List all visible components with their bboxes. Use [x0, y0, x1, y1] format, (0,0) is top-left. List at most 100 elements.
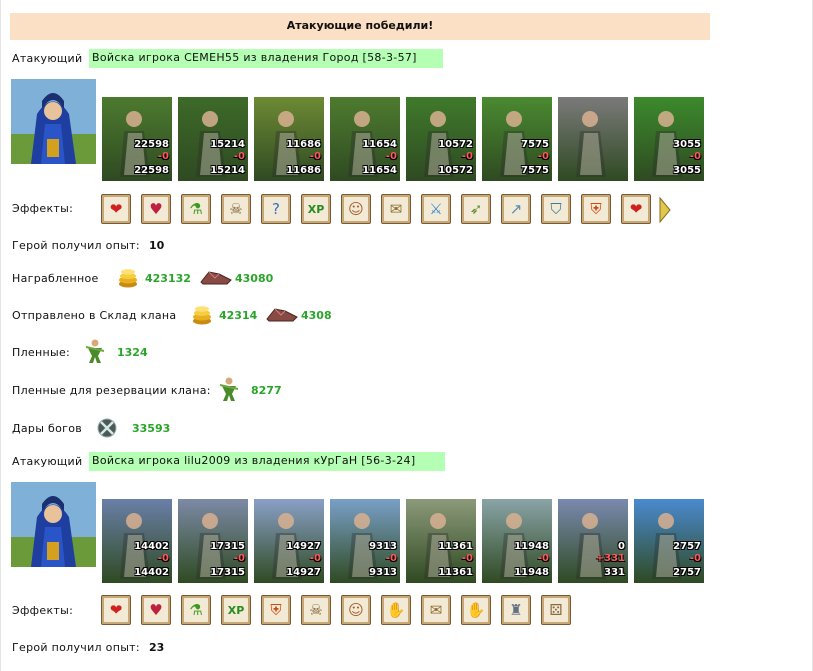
army-unit[interactable]: 11654 -0 11654 [330, 97, 400, 181]
potion-icon[interactable]: ⚗ [181, 194, 211, 224]
heart-icon[interactable]: ❤ [101, 194, 131, 224]
prisoners-clan-value: 8277 [251, 384, 282, 397]
xp-icon[interactable]: XP [301, 194, 331, 224]
lance-icon[interactable]: ↗ [501, 194, 531, 224]
army-unit[interactable]: 14927 -0 14927 [254, 499, 324, 583]
prisoners-clan-label: Пленные для резервации клана: [12, 384, 211, 397]
unit-loss: -0 [689, 553, 701, 564]
unit-remaining: 3055 [673, 165, 701, 176]
xp-icon[interactable]: XP [221, 595, 251, 625]
bow-icon[interactable]: ➶ [461, 194, 491, 224]
unit-loss: -0 [233, 151, 245, 162]
unit-remaining: 331 [604, 567, 625, 578]
scroll-icon-glyph: ✉ [424, 598, 448, 622]
army-unit[interactable]: 22598 -0 22598 [102, 97, 172, 181]
potion-icon-glyph: ⚗ [184, 598, 208, 622]
unit-remaining: 7575 [521, 165, 549, 176]
unit-remaining: 11654 [362, 165, 397, 176]
shield-icon[interactable]: ⛨ [261, 595, 291, 625]
xp-label: Герой получил опыт: [12, 641, 140, 654]
shield-icon[interactable]: ⛨ [581, 194, 611, 224]
ore-icon [265, 305, 299, 326]
handshake-icon[interactable]: ✋ [381, 595, 411, 625]
army-unit[interactable]: 11948 -0 11948 [482, 499, 552, 583]
dwarf-icon-glyph: ☺ [344, 598, 368, 622]
unit-loss: -0 [157, 553, 169, 564]
effects-label: Эффекты: [12, 202, 74, 215]
army-unit[interactable]: 14402 -0 14402 [102, 499, 172, 583]
heal-icon[interactable]: ♥ [141, 595, 171, 625]
unit-remaining: 11948 [514, 567, 549, 578]
army-unit[interactable]: 11686 -0 11686 [254, 97, 324, 181]
gift-orb-icon [96, 417, 118, 442]
prisoner-icon [84, 338, 106, 367]
army-unit[interactable]: 17315 -0 17315 [178, 499, 248, 583]
unit-loss: -0 [233, 553, 245, 564]
skull-icon[interactable]: ☠ [221, 194, 251, 224]
helmet-icon-glyph: ♜ [504, 598, 528, 622]
effects-scroll-right-icon[interactable] [658, 196, 672, 227]
heart-icon[interactable]: ❤ [621, 194, 651, 224]
question-icon-glyph: ? [264, 197, 288, 221]
army-unit[interactable]: 0 +331 331 [558, 499, 628, 583]
army-unit[interactable]: 15214 -0 15214 [178, 97, 248, 181]
prisoners-label: Пленные: [12, 346, 71, 359]
unit-count: 15214 [210, 139, 245, 150]
army-unit[interactable]: 2757 -0 2757 [634, 499, 704, 583]
looted-ore: 43080 [235, 272, 274, 285]
unit-remaining: 14927 [286, 567, 321, 578]
potion-icon[interactable]: ⚗ [181, 595, 211, 625]
army-unit[interactable]: 11361 -0 11361 [406, 499, 476, 583]
unit-count: 11686 [286, 139, 321, 150]
army-title[interactable]: Войска игрока СЕМЕН55 из владения Город … [89, 49, 443, 68]
unit-count: 22598 [134, 139, 169, 150]
dwarf-icon-glyph: ☺ [344, 197, 368, 221]
army-title[interactable]: Войска игрока lilu2009 из владения кУрГа… [89, 452, 445, 471]
hero-portrait[interactable] [11, 79, 96, 164]
heal-icon[interactable]: ♥ [141, 194, 171, 224]
heart-icon[interactable]: ❤ [101, 595, 131, 625]
unit-count: 11361 [438, 541, 473, 552]
shield-icon-glyph: ⛨ [584, 197, 608, 221]
dice-icon-glyph: ⚄ [544, 598, 568, 622]
heart-icon-glyph: ❤ [104, 598, 128, 622]
xp-icon-glyph: XP [224, 598, 248, 622]
attacker-label: Атакующий [12, 455, 83, 468]
army-unit[interactable]: 9313 -0 9313 [330, 499, 400, 583]
hero-portrait[interactable] [11, 482, 96, 567]
hero-portrait-image [11, 79, 96, 164]
unit-loss: -0 [689, 151, 701, 162]
dwarf-icon[interactable]: ☺ [341, 595, 371, 625]
question-icon[interactable]: ? [261, 194, 291, 224]
effects-label: Эффекты: [12, 604, 74, 617]
unit-remaining: 14402 [134, 567, 169, 578]
unit-remaining: 2757 [673, 567, 701, 578]
unit-count: 7575 [521, 139, 549, 150]
heart-icon-glyph: ❤ [624, 197, 648, 221]
shield-spear-icon-glyph: ⛉ [544, 197, 568, 221]
scroll-icon[interactable]: ✉ [421, 595, 451, 625]
unit-loss: -0 [537, 553, 549, 564]
unit-loss: -0 [385, 553, 397, 564]
dice-icon[interactable]: ⚄ [541, 595, 571, 625]
army-unit[interactable] [558, 97, 628, 181]
unit-count: 9313 [369, 541, 397, 552]
skull-icon[interactable]: ☠ [301, 595, 331, 625]
army-unit[interactable]: 7575 -0 7575 [482, 97, 552, 181]
army-unit[interactable]: 10572 -0 10572 [406, 97, 476, 181]
handshake-icon[interactable]: ✋ [461, 595, 491, 625]
helmet-icon[interactable]: ♜ [501, 595, 531, 625]
shield-spear-icon[interactable]: ⛉ [541, 194, 571, 224]
xp-value: 10 [149, 239, 165, 252]
potion-icon-glyph: ⚗ [184, 197, 208, 221]
unit-remaining: 10572 [438, 165, 473, 176]
sent-ore: 4308 [301, 309, 332, 322]
unit-loss: -0 [461, 553, 473, 564]
army-unit[interactable]: 3055 -0 3055 [634, 97, 704, 181]
handshake-icon-glyph: ✋ [384, 598, 408, 622]
sword-icon[interactable]: ⚔ [421, 194, 451, 224]
battle-report: Атакующие победили! Атакующий Войска игр… [0, 0, 813, 671]
unit-loss: -0 [461, 151, 473, 162]
dwarf-icon[interactable]: ☺ [341, 194, 371, 224]
scroll-icon[interactable]: ✉ [381, 194, 411, 224]
